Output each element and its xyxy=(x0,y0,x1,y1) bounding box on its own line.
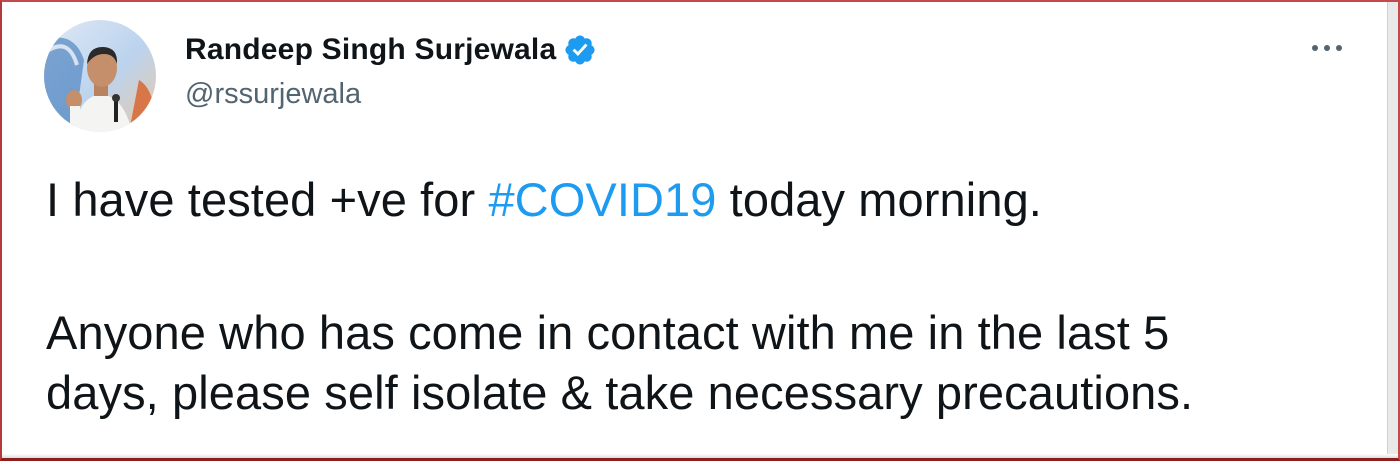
author-name-row[interactable]: Randeep Singh Surjewala xyxy=(185,30,597,70)
more-options-button[interactable] xyxy=(1305,36,1349,60)
verified-badge-icon xyxy=(565,35,595,65)
scrollbar[interactable] xyxy=(1387,2,1398,456)
avatar[interactable] xyxy=(44,20,156,132)
tweet-text-segment: I have tested +ve for xyxy=(46,173,489,226)
tweet-text-line-3: days, please self isolate & take necessa… xyxy=(46,366,1194,419)
more-options-icon xyxy=(1312,45,1342,51)
tweet-card: Randeep Singh Surjewala @rssurjewala I h… xyxy=(0,0,1386,456)
profile-photo xyxy=(44,20,156,132)
tweet-text-line-2: Anyone who has come in contact with me i… xyxy=(46,306,1170,359)
hashtag-link[interactable]: #COVID19 xyxy=(488,173,716,226)
author-handle[interactable]: @rssurjewala xyxy=(185,78,361,111)
display-name[interactable]: Randeep Singh Surjewala xyxy=(185,33,556,67)
tweet-text-line-1: I have tested +ve for #COVID19 today mor… xyxy=(46,172,1042,227)
tweet-text-segment: today morning. xyxy=(716,173,1042,226)
